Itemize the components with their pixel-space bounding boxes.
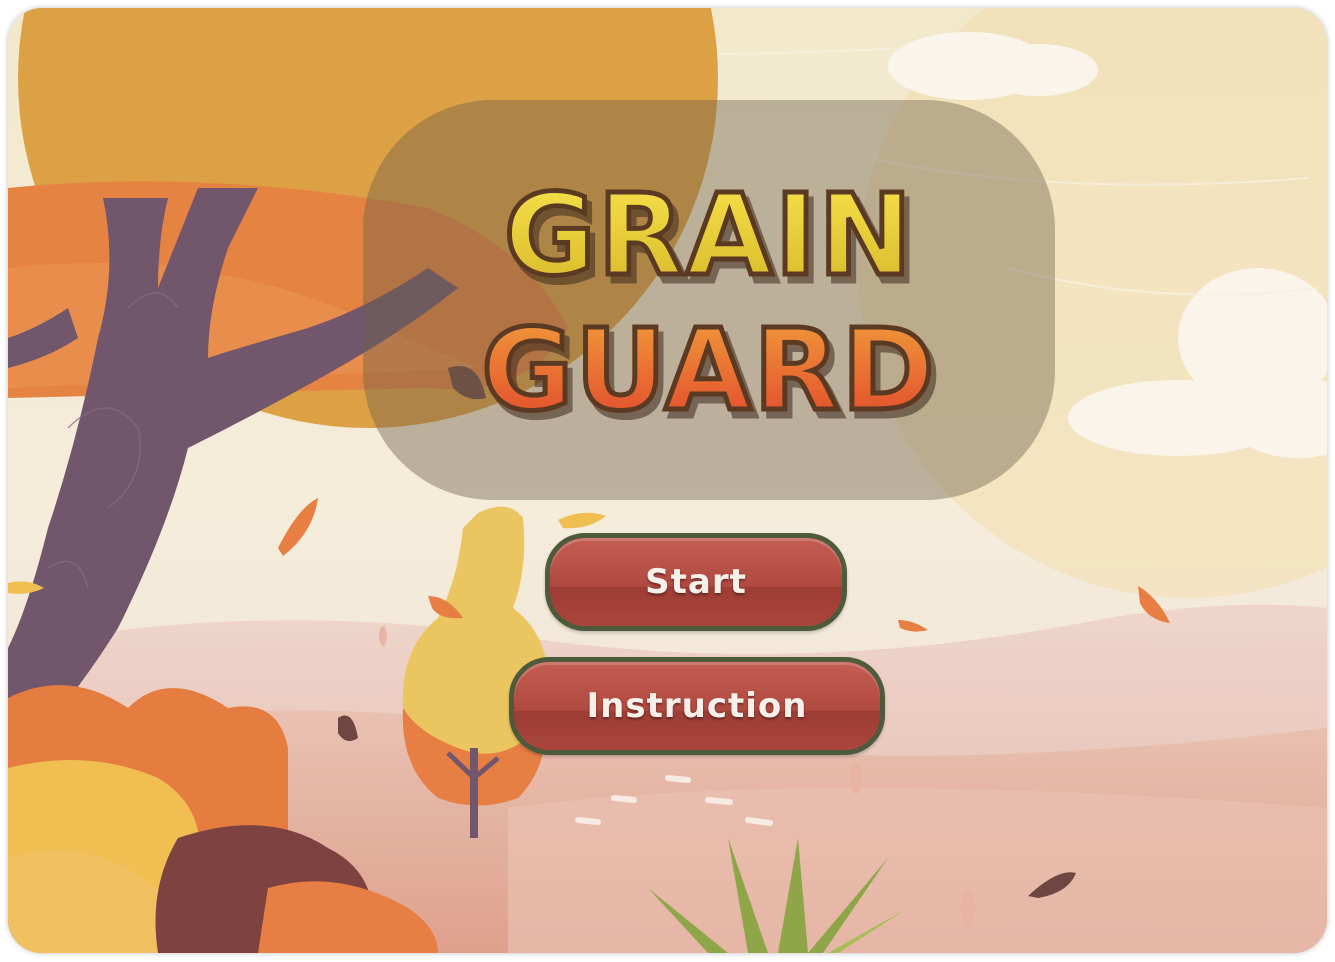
instruction-button-label: Instruction	[586, 686, 808, 726]
start-button[interactable]: Start	[545, 533, 847, 631]
game-frame: GRAIN GUARD Start Instruction	[8, 8, 1327, 953]
game-title-line-2: GUARD	[363, 313, 1055, 430]
start-button-label: Start	[645, 562, 747, 602]
title-panel: GRAIN GUARD	[363, 100, 1055, 500]
instruction-button[interactable]: Instruction	[509, 657, 885, 755]
game-title-line-1: GRAIN	[363, 178, 1055, 295]
